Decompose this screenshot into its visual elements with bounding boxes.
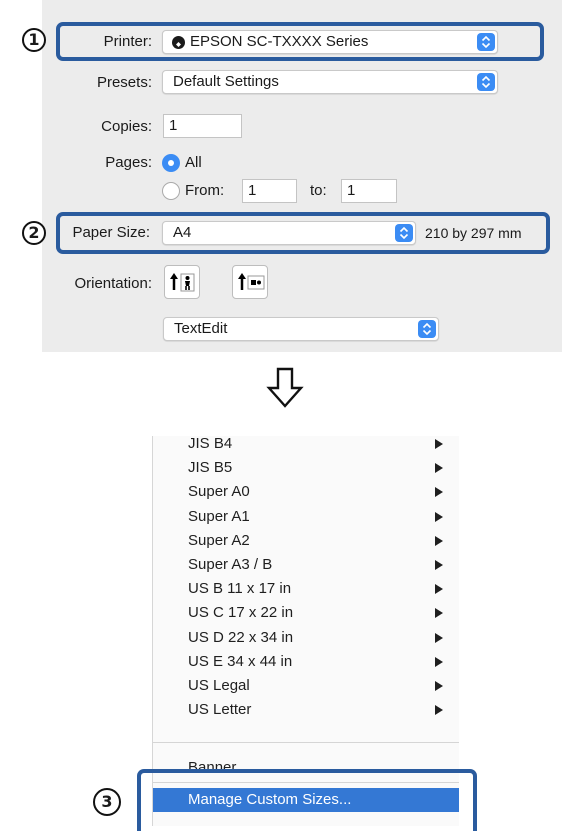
step-2-badge: 2 (22, 221, 46, 245)
presets-label: Presets: (96, 74, 152, 91)
submenu-arrow-icon (435, 681, 443, 691)
pages-all-radio[interactable] (162, 154, 180, 172)
copies-field[interactable]: 1 (163, 114, 242, 138)
pages-label: Pages: (105, 154, 152, 171)
step3-highlight (137, 769, 477, 831)
landscape-icon (238, 273, 265, 290)
pages-to-label: to: (310, 182, 327, 199)
pages-from-radio[interactable] (162, 182, 180, 200)
submenu-arrow-icon (435, 439, 443, 449)
portrait-button[interactable] (164, 265, 200, 299)
step2-highlight (56, 212, 550, 254)
menu-item[interactable]: US C 17 x 22 in (188, 601, 293, 625)
app-section-popup[interactable]: TextEdit (163, 317, 439, 341)
step-3-badge: 3 (93, 788, 121, 816)
landscape-button[interactable] (232, 265, 268, 299)
submenu-arrow-icon (435, 511, 443, 522)
submenu-arrow-icon (435, 632, 443, 643)
submenu-arrow-icon (435, 608, 443, 619)
from-field[interactable]: 1 (242, 179, 297, 203)
presets-stepper-icon (477, 73, 495, 91)
menu-item[interactable]: US Letter (188, 698, 251, 722)
orientation-label: Orientation: (74, 275, 152, 292)
menu-item[interactable]: Super A1 (188, 505, 250, 529)
portrait-icon (170, 273, 195, 292)
app-section-value: TextEdit (174, 320, 228, 337)
submenu-arrow-icon (435, 463, 443, 474)
menu-item[interactable]: Super A2 (188, 529, 250, 553)
menu-item[interactable]: US D 22 x 34 in (188, 626, 293, 650)
step1-highlight (56, 22, 544, 61)
submenu-arrow-icon (435, 560, 443, 570)
copies-label: Copies: (101, 118, 152, 135)
submenu-arrow-icon (435, 535, 443, 546)
pages-all-label: All (185, 154, 202, 171)
paper-size-menu: JIS B4 JIS B5 Super A0 Super A1 Super A2 Supe… (152, 435, 459, 826)
presets-popup[interactable]: Default Settings (162, 70, 498, 94)
menu-item[interactable]: JIS B4 (188, 432, 232, 456)
menu-item[interactable]: Super A3 / B (188, 553, 272, 577)
pages-from-label: From: (185, 182, 225, 199)
submenu-arrow-icon (435, 584, 443, 595)
submenu-arrow-icon (435, 656, 443, 667)
step-1-badge: 1 (22, 28, 46, 52)
menu-item[interactable]: US Legal (188, 674, 250, 698)
menu-item[interactable]: JIS B5 (188, 456, 232, 480)
to-field[interactable]: 1 (341, 179, 397, 203)
down-arrow-icon (266, 367, 304, 408)
submenu-arrow-icon (435, 705, 443, 716)
menu-item[interactable]: US B 11 x 17 in (188, 577, 291, 601)
submenu-arrow-icon (435, 487, 443, 498)
app-section-stepper-icon (418, 320, 436, 338)
menu-separator (153, 742, 459, 743)
presets-value: Default Settings (173, 73, 279, 90)
menu-item[interactable]: US E 34 x 44 in (188, 650, 292, 674)
menu-item[interactable]: Super A0 (188, 480, 250, 504)
